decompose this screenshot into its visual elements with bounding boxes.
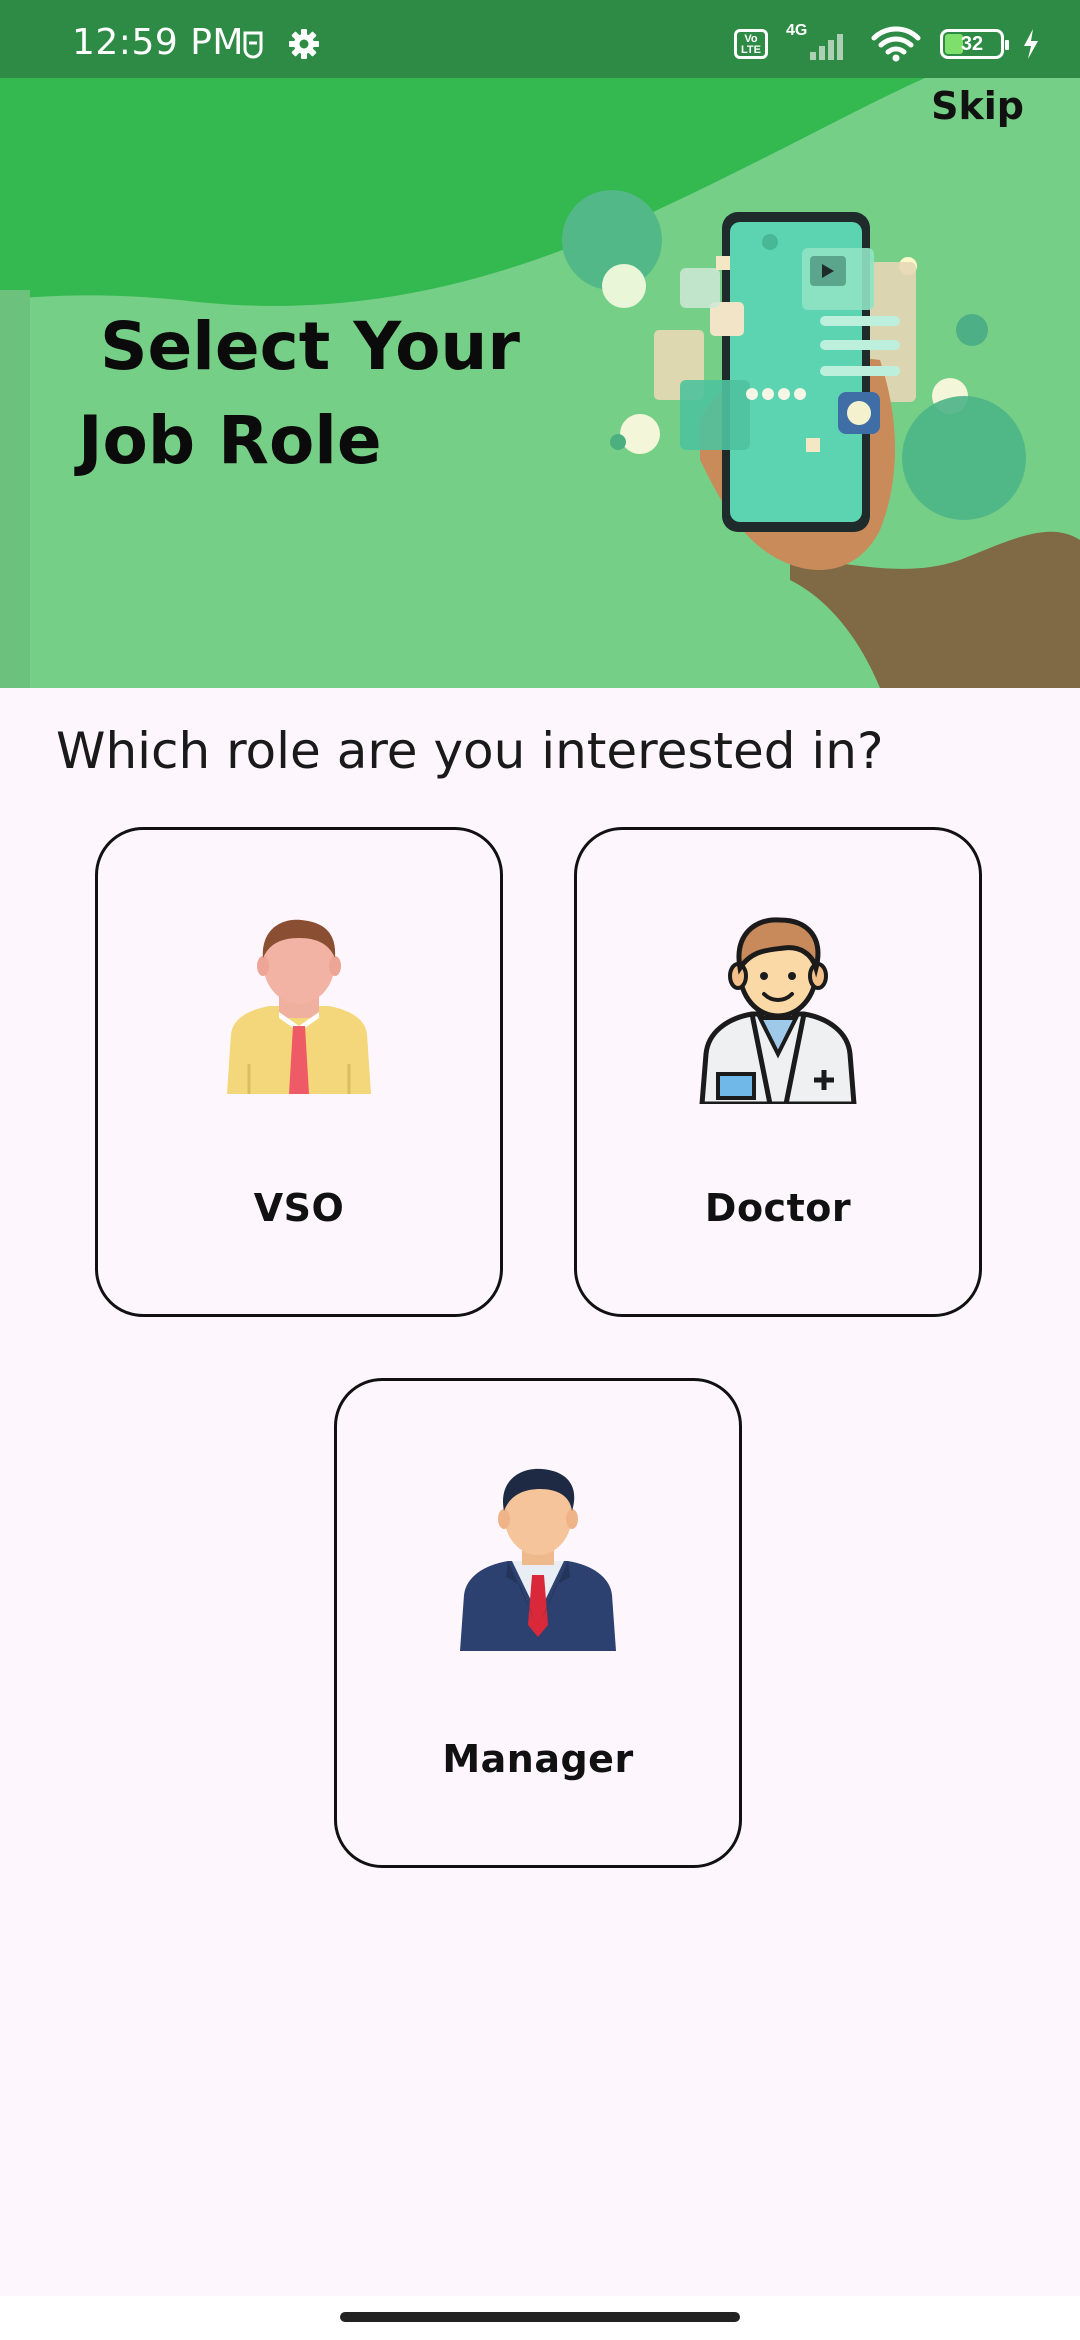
- header-banner: Select Your Job Role: [0, 0, 1080, 688]
- role-label-manager: Manager: [442, 1737, 634, 1781]
- role-label-vso: VSO: [253, 1186, 345, 1230]
- status-time: 12:59 PM: [72, 22, 244, 63]
- wifi-icon: [871, 26, 921, 62]
- banner-edge: [0, 290, 30, 688]
- skip-button[interactable]: Skip: [931, 84, 1024, 128]
- doctor-icon: [699, 917, 857, 1104]
- battery-level: 32: [960, 32, 984, 55]
- role-card-doctor[interactable]: Doctor: [574, 827, 982, 1317]
- status-left-icons: [240, 28, 320, 60]
- status-bar: 12:59 PM Vo LTE 4G 32: [0, 0, 1080, 78]
- charging-bolt-icon: [1024, 29, 1038, 59]
- vso-person-icon: [227, 919, 371, 1094]
- status-right-icons: Vo LTE 4G 32: [734, 22, 1040, 64]
- page-title: Select Your Job Role: [78, 300, 538, 488]
- manager-icon: [460, 1468, 616, 1651]
- home-indicator[interactable]: [340, 2312, 740, 2322]
- page-title-line2: Job Role: [78, 402, 382, 479]
- settings-gear-icon: [289, 29, 319, 59]
- role-card-manager[interactable]: Manager: [334, 1378, 742, 1868]
- notification-bell-icon: [243, 31, 263, 59]
- role-label-doctor: Doctor: [704, 1186, 852, 1230]
- signal-icon: 4G: [786, 22, 852, 62]
- role-question: Which role are you interested in?: [56, 722, 884, 780]
- role-card-vso[interactable]: VSO: [95, 827, 503, 1317]
- page-title-line1: Select Your: [100, 308, 520, 385]
- volte-icon: Vo LTE: [734, 29, 768, 59]
- battery-icon: 32: [940, 29, 1009, 59]
